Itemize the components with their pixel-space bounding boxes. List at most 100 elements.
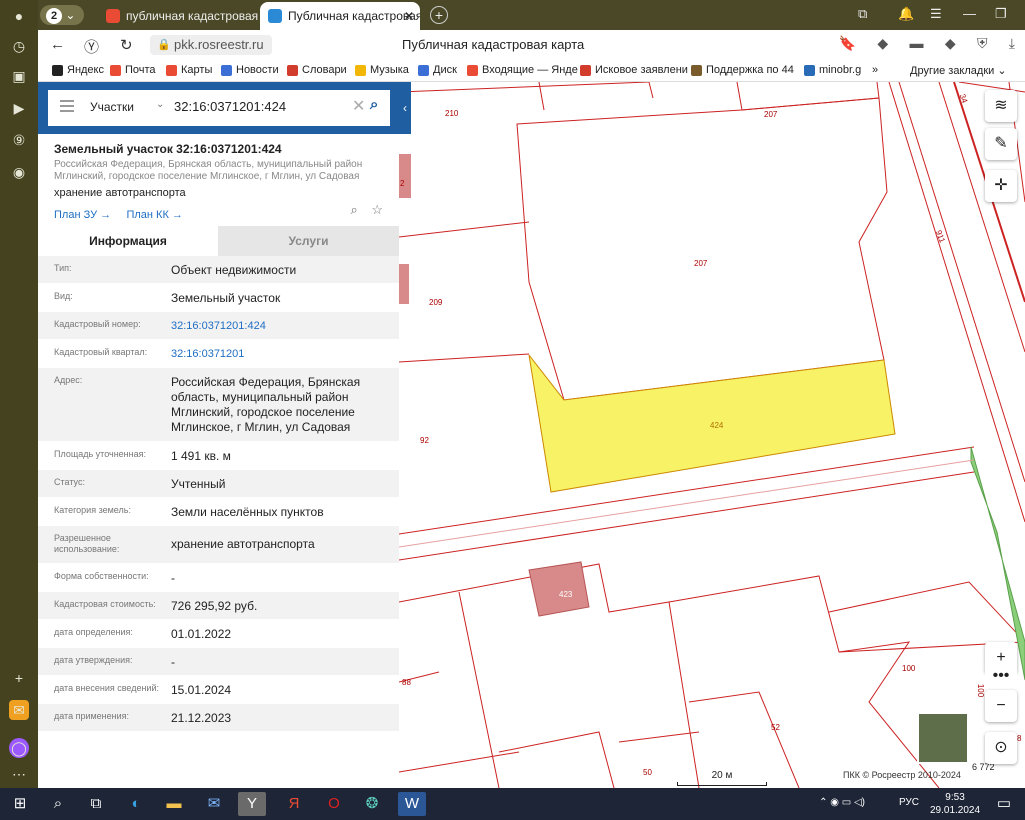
lock-icon: 🔒 [157,39,171,51]
history-icon[interactable]: ◷ [9,36,29,56]
extension-icon[interactable]: ◆ [877,35,888,52]
more-bookmarks-icon[interactable]: » [872,64,878,76]
bookmark-item[interactable]: Музыка [355,64,409,76]
app-icon[interactable]: ❂ [358,792,386,816]
profile-icon[interactable]: ● [9,6,29,26]
bookmark-icon [287,65,298,76]
bookmark-item[interactable]: minobr.g [804,64,861,76]
bookmark-icon[interactable]: 🔖 [839,35,856,52]
cadastral-number-link[interactable]: 32:16:0371201:424 [171,312,399,341]
mail-icon[interactable]: ✉ [9,700,29,720]
video-icon[interactable]: ▶ [9,98,29,118]
extension-icon[interactable]: ▬ [909,35,923,51]
task-view-icon[interactable]: ⧉ [82,792,110,816]
tabs-icon[interactable]: ⧉ [858,6,867,22]
url-field[interactable]: 🔒 pkk.rosreestr.ru [150,35,272,55]
plan-kk-link[interactable]: План КК → [126,209,182,221]
plan-zu-link[interactable]: План ЗУ → [54,209,111,221]
table-row: Вид: Земельный участок [38,284,399,312]
bookmark-item[interactable]: Словари [287,64,347,76]
bookmark-icon [580,65,591,76]
edge-icon[interactable]: ◐ [122,792,150,816]
clear-icon[interactable]: ✕ [352,96,365,116]
word-icon[interactable]: W [398,792,426,816]
tab-title: публичная кадастровая к [126,9,258,23]
yandex-icon[interactable]: Я [280,792,308,816]
bookmark-icon [418,65,429,76]
menu-icon[interactable] [60,100,74,114]
bookmark-item[interactable]: Новости [221,64,279,76]
attribute-table: Тип: Объект недвижимости Вид: Земельный уч… [38,256,399,732]
reload-icon[interactable]: ↻ [120,36,133,54]
yandex-icon[interactable]: Ⓨ [84,36,99,57]
back-icon[interactable]: ← [50,36,65,53]
tab-counter[interactable]: 2 ⌄ [40,5,84,25]
clock[interactable]: 9:53 29.01.2024 [930,791,980,817]
search-input[interactable] [174,99,344,114]
yandex-browser-icon[interactable]: Y [238,792,266,816]
windows-start-icon[interactable]: ⊞ [6,792,34,816]
parcel-label: 207 [694,259,708,268]
add-icon[interactable]: + [9,668,29,688]
new-tab-button[interactable]: + [430,6,448,24]
parcel-title: Земельный участок 32:16:0371201:424 [54,142,282,156]
restore-icon[interactable]: ❐ [995,6,1007,22]
bookmark-icon [110,65,121,76]
bookmark-item[interactable]: Почта [110,64,156,76]
locate-button[interactable]: ✛ [985,170,1017,202]
cadastral-map[interactable]: 210 207 207 209 92 424 423 88 100 52 50 … [399,82,1025,788]
file-explorer-icon[interactable]: ▬ [160,792,188,816]
measure-button[interactable]: ✎ [985,128,1017,160]
notifications-icon[interactable]: 🔔 [898,6,914,22]
bookmark-icon [804,65,815,76]
collapse-panel-icon[interactable]: ‹ [399,96,411,120]
map-canvas[interactable] [399,82,1025,788]
table-row: Категория земель: Земли населённых пункто… [38,498,399,526]
compass-button[interactable]: ⊙ [985,732,1017,764]
zoom-more-button[interactable]: ••• [985,668,1017,688]
alice-icon[interactable]: ◯ [9,738,29,758]
download-icon[interactable]: ⤓ [1009,35,1015,52]
bookmark-item[interactable]: Исковое заявлени [580,64,688,76]
chevron-down-icon[interactable]: ⌄ [156,99,164,110]
shield-icon[interactable]: ⛨ [977,35,988,52]
tab-information[interactable]: Информация [38,226,218,256]
bookmark-item[interactable]: Диск [418,64,457,76]
more-icon[interactable]: ⋯ [9,764,29,784]
notification-center-icon[interactable]: ▭ [997,794,1011,812]
mail-app-icon[interactable]: ✉ [200,792,228,816]
yandex-favicon-icon [106,9,120,23]
extension-icon[interactable]: ◆ [945,35,956,52]
tray-icons[interactable]: ⌃ ◉ ▭ ◁) [819,797,865,808]
minimize-icon[interactable]: — [963,6,976,21]
bookmark-item[interactable]: Входящие — Янде [467,64,578,76]
other-bookmarks[interactable]: Другие закладки ⌄ [910,64,1007,77]
bookmark-item[interactable]: Карты [166,64,212,76]
language-indicator[interactable]: РУС [899,797,919,808]
layers-button[interactable]: ≋ [985,90,1017,122]
zoom-to-icon[interactable]: ⌕ [350,202,357,217]
tab-inactive[interactable]: публичная кадастровая к [98,2,258,30]
opera-icon[interactable]: O [320,792,348,816]
table-row: Статус: Учтенный [38,470,399,498]
building-label: 423 [559,590,573,599]
close-tab-icon[interactable]: ✕ [404,2,414,30]
search-icon[interactable]: ⌕ [44,792,72,816]
search-icon[interactable]: ⌕ [370,96,378,113]
copyright: ПКК © Росреестр 2010-2024 [843,770,961,780]
menu-icon[interactable]: ☰ [930,6,942,22]
screenshot-icon[interactable]: ◉ [9,162,29,182]
minimap[interactable] [917,712,969,764]
tab-services[interactable]: Услуги [218,226,399,256]
bookmark-item[interactable]: Яндекс [52,64,104,76]
nine-icon[interactable]: ⑨ [9,130,29,150]
collections-icon[interactable]: ▣ [9,66,29,86]
tab-active[interactable]: Публичная кадастровая ✕ [260,2,420,30]
bookmark-item[interactable]: Поддержка по 44 [691,64,794,76]
address-actions: 🔖 ◆ ▬ ◆ ⛨ ⤓ [821,35,1015,52]
favorite-star-icon[interactable]: ☆ [371,202,383,217]
zoom-out-button[interactable]: − [985,690,1017,722]
info-panel: Участки ⌄ ✕ ⌕ ‹ Земельный участок 32:16:… [38,82,411,788]
cadastral-quarter-link[interactable]: 32:16:0371201 [171,340,399,369]
search-type-select[interactable]: Участки [90,100,134,114]
